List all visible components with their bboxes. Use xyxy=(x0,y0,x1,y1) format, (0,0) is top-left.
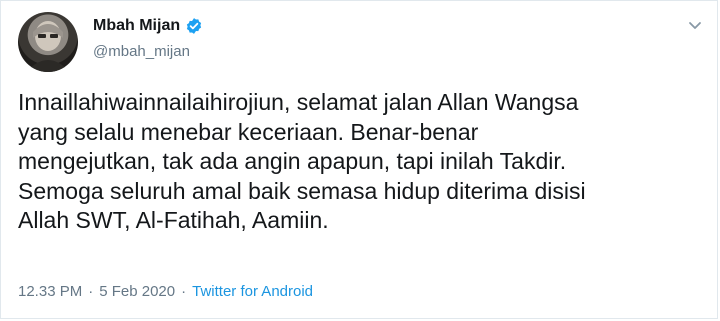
tweet-card: Mbah Mijan @mbah_mijan Innaillahiwainnai… xyxy=(0,0,718,319)
name-row: Mbah Mijan xyxy=(93,17,203,35)
tweet-meta: 12.33 PM · 5 Feb 2020 · Twitter for Andr… xyxy=(18,283,313,300)
chevron-down-icon[interactable] xyxy=(687,17,703,33)
tweet-text-line: Semoga seluruh amal baik semasa hidup di… xyxy=(18,177,586,204)
tweet-date[interactable]: 5 Feb 2020 xyxy=(99,283,175,300)
display-name[interactable]: Mbah Mijan xyxy=(93,17,180,35)
avatar[interactable] xyxy=(18,12,78,72)
tweet-text: Innaillahiwainnailaihirojiun, selamat ja… xyxy=(18,88,708,236)
tweet-text-line: Allah SWT, Al-Fatihah, Aamiin. xyxy=(18,207,329,233)
tweet-time[interactable]: 12.33 PM xyxy=(18,283,82,300)
tweet-text-line: mengejutkan, tak ada angin apapun, tapi … xyxy=(18,148,567,174)
meta-separator: · xyxy=(88,283,94,300)
user-handle[interactable]: @mbah_mijan xyxy=(93,43,190,60)
meta-separator: · xyxy=(181,283,187,300)
verified-badge-icon xyxy=(185,17,203,35)
tweet-text-line: yang selalu menebar keceriaan. Benar-ben… xyxy=(18,118,479,145)
tweet-text-line: Innaillahiwainnailaihirojiun, selamat ja… xyxy=(18,89,579,115)
tweet-source-link[interactable]: Twitter for Android xyxy=(192,283,313,300)
